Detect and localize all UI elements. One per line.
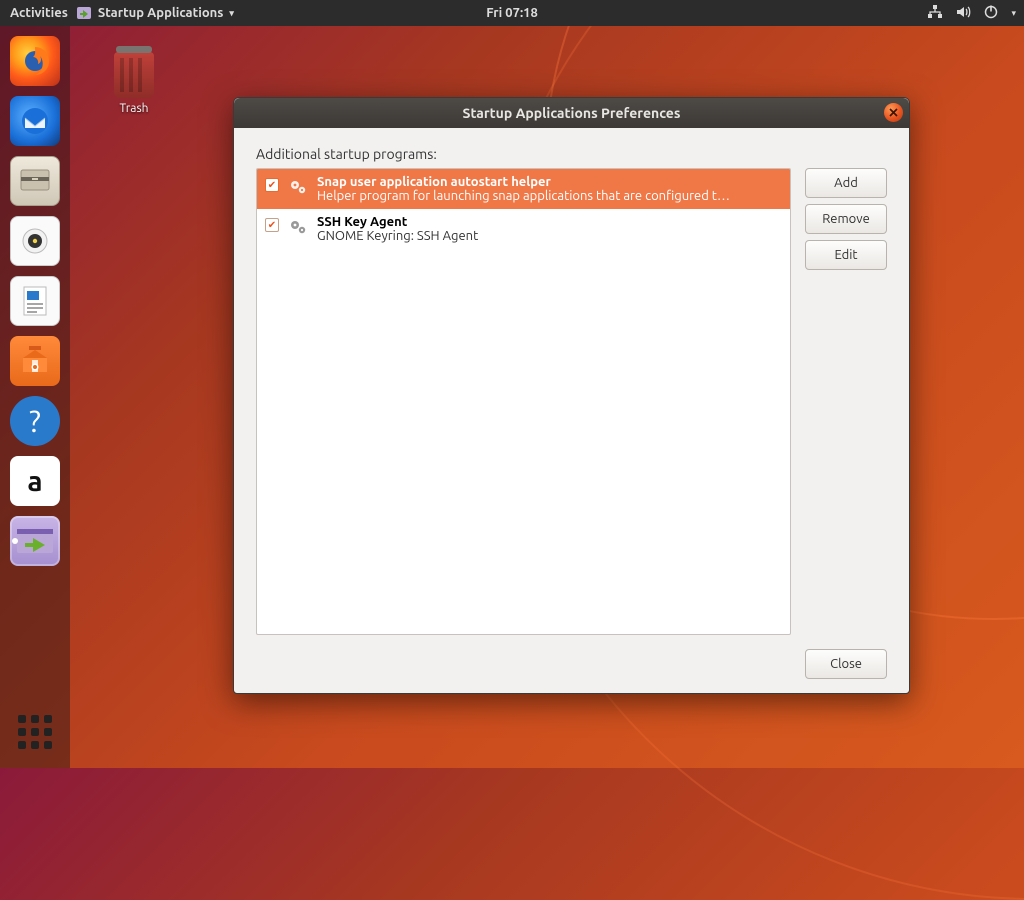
item-subtitle: GNOME Keyring: SSH Agent — [317, 229, 782, 243]
enable-checkbox[interactable]: ✔ — [265, 178, 279, 192]
startup-programs-list[interactable]: ✔ Snap user application autostart helper… — [256, 168, 791, 635]
dock-files[interactable] — [10, 156, 60, 206]
remove-button[interactable]: Remove — [805, 204, 887, 234]
gear-icon — [287, 176, 309, 198]
volume-icon[interactable] — [955, 4, 971, 23]
item-title: Snap user application autostart helper — [317, 175, 782, 189]
startup-apps-icon — [76, 5, 92, 21]
close-button[interactable]: Close — [805, 649, 887, 679]
dock: ? a — [0, 26, 70, 768]
dock-firefox[interactable] — [10, 36, 60, 86]
activities-button[interactable]: Activities — [10, 6, 68, 20]
dock-ubuntu-software[interactable] — [10, 336, 60, 386]
list-item[interactable]: ✔ SSH Key Agent GNOME Keyring: SSH Agent — [257, 209, 790, 249]
power-icon[interactable] — [983, 4, 999, 23]
dock-libreoffice-writer[interactable] — [10, 276, 60, 326]
running-indicator — [12, 538, 18, 544]
startup-applications-window: Startup Applications Preferences Additio… — [233, 97, 910, 694]
desktop-trash-label: Trash — [98, 102, 170, 115]
chevron-down-icon[interactable]: ▾ — [1011, 8, 1016, 19]
network-icon[interactable] — [927, 4, 943, 23]
dock-amazon[interactable]: a — [10, 456, 60, 506]
trash-icon — [114, 52, 154, 98]
dock-help[interactable]: ? — [10, 396, 60, 446]
item-subtitle: Helper program for launching snap applic… — [317, 189, 782, 203]
desktop-trash[interactable]: Trash — [98, 52, 170, 115]
list-item[interactable]: ✔ Snap user application autostart helper… — [257, 169, 790, 209]
window-titlebar[interactable]: Startup Applications Preferences — [234, 98, 909, 128]
clock[interactable]: Fri 07:18 — [486, 6, 538, 20]
window-title: Startup Applications Preferences — [463, 105, 681, 121]
close-icon — [889, 108, 898, 117]
gear-icon — [287, 216, 309, 238]
enable-checkbox[interactable]: ✔ — [265, 218, 279, 232]
active-app-menu[interactable]: Startup Applications ▾ — [76, 5, 234, 21]
show-applications-button[interactable] — [13, 710, 57, 754]
top-panel: Activities Startup Applications ▾ Fri 07… — [0, 0, 1024, 26]
edit-button[interactable]: Edit — [805, 240, 887, 270]
startup-list-label: Additional startup programs: — [256, 146, 887, 162]
dock-rhythmbox[interactable] — [10, 216, 60, 266]
active-app-name: Startup Applications — [98, 6, 224, 20]
item-title: SSH Key Agent — [317, 215, 782, 229]
window-close-button[interactable] — [884, 103, 903, 122]
add-button[interactable]: Add — [805, 168, 887, 198]
chevron-down-icon: ▾ — [229, 8, 234, 19]
dock-thunderbird[interactable] — [10, 96, 60, 146]
